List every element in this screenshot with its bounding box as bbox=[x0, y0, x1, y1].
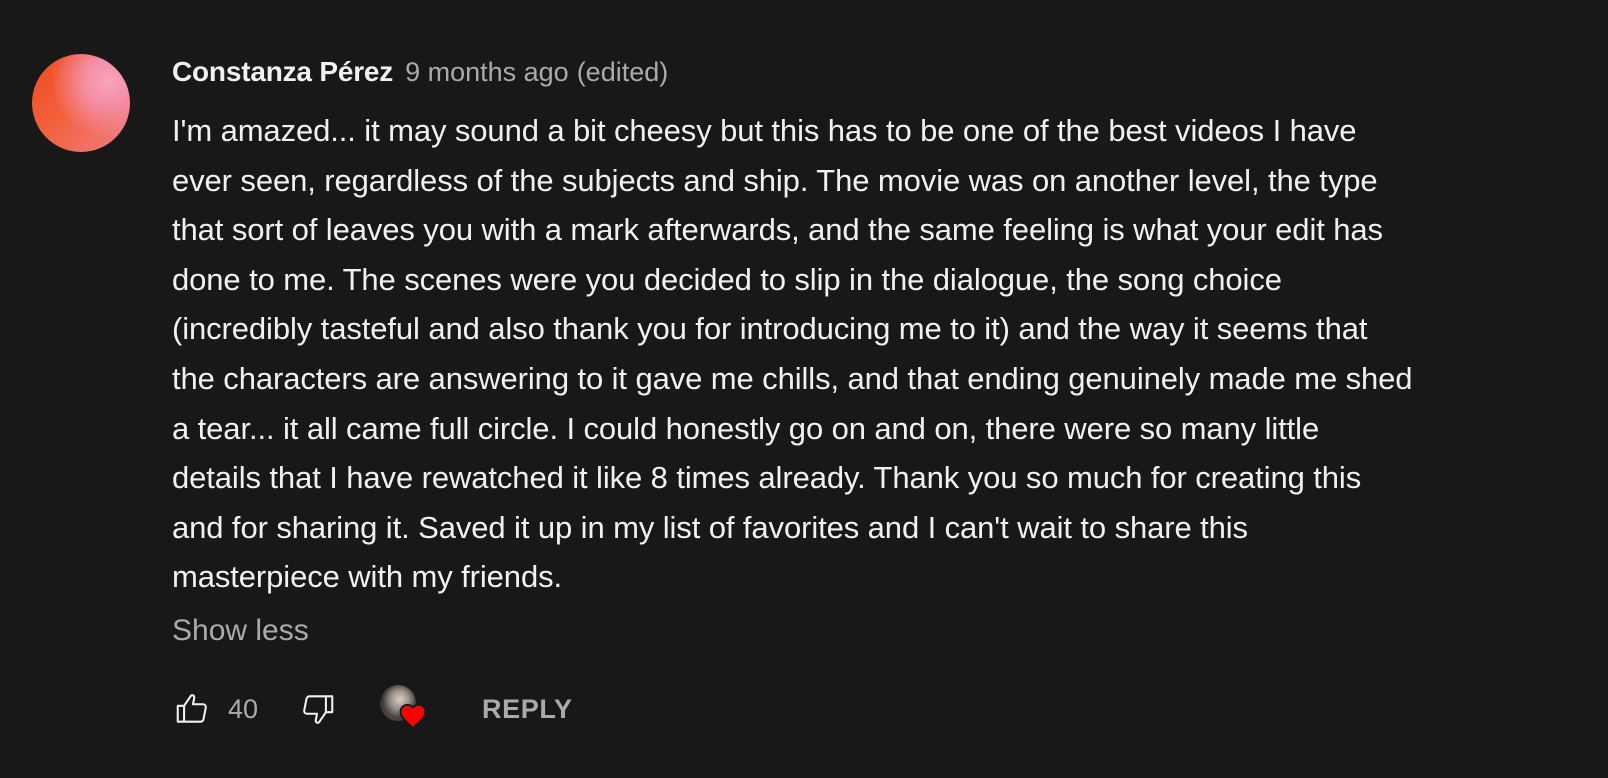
like-count: 40 bbox=[228, 693, 259, 724]
show-less-button[interactable]: Show less bbox=[172, 614, 309, 648]
comment-body: Constanza Pérez 9 months ago (edited) I'… bbox=[172, 56, 1582, 648]
comment-text: I'm amazed... it may sound a bit cheesy … bbox=[172, 113, 1413, 595]
comment-action-bar: 40 REPLY bbox=[172, 684, 573, 734]
author-avatar[interactable] bbox=[32, 54, 130, 152]
author-name[interactable]: Constanza Pérez bbox=[172, 56, 393, 88]
dislike-button[interactable] bbox=[298, 689, 338, 729]
thumbs-up-icon bbox=[176, 694, 207, 723]
comment-thread: Constanza Pérez 9 months ago (edited) I'… bbox=[0, 0, 1608, 778]
creator-heart-badge[interactable] bbox=[378, 683, 430, 735]
reply-button[interactable]: REPLY bbox=[482, 694, 573, 725]
comment-timestamp[interactable]: 9 months ago bbox=[405, 57, 569, 88]
thumbs-down-icon bbox=[303, 695, 334, 724]
comment-header: Constanza Pérez 9 months ago (edited) bbox=[172, 56, 1582, 96]
creator-heart-icon bbox=[399, 703, 427, 730]
like-button[interactable] bbox=[172, 689, 212, 729]
edited-label: (edited) bbox=[576, 57, 669, 87]
